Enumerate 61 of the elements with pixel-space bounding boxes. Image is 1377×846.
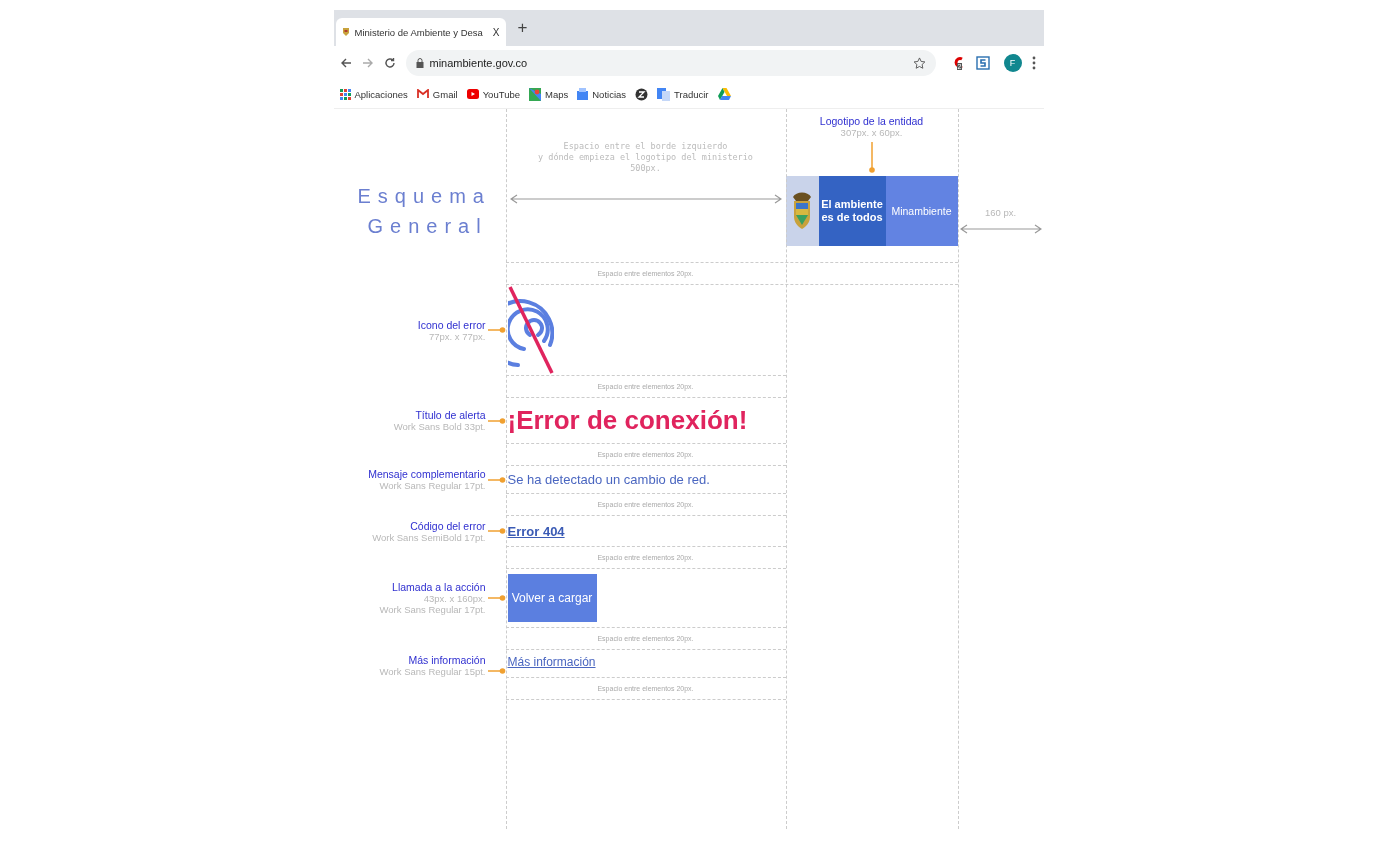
pointer-marker [487, 327, 506, 333]
translate-icon [657, 87, 671, 101]
back-icon[interactable] [339, 57, 352, 69]
pointer-marker [487, 476, 506, 483]
browser-tab[interactable]: Ministerio de Ambiente y Desa X [335, 18, 506, 46]
spec-note: Work Sans Regular 15pt. [379, 666, 486, 677]
element-label: Código del error [410, 519, 486, 532]
spec-note: Work Sans SemiBold 17pt. [372, 531, 486, 543]
bookmark-icon[interactable] [635, 87, 649, 101]
extension-icon[interactable] [975, 56, 990, 70]
star-icon[interactable] [912, 56, 926, 70]
spec-note: 77px. x 77px. [429, 330, 486, 342]
close-tab-button[interactable]: X [492, 26, 500, 38]
bookmark-item[interactable]: Gmail [416, 88, 458, 100]
reload-icon[interactable] [383, 57, 396, 69]
logo-name: Minambiente [885, 176, 958, 246]
mail-icon [416, 89, 429, 99]
error-code: Error 404 [507, 523, 565, 539]
element-label: Más información [408, 654, 486, 666]
pointer-marker [487, 668, 506, 674]
more-info-link[interactable]: Más información [507, 655, 596, 669]
triangle-logo-icon[interactable] [717, 88, 731, 100]
element-label: Título de alerta [415, 409, 486, 421]
bookmark-item[interactable]: YouTube [466, 88, 520, 100]
new-tab-button[interactable]: + [517, 18, 528, 38]
pointer-marker [868, 142, 875, 174]
crest-icon [341, 27, 350, 37]
diagram-heading: Esquema [357, 185, 492, 207]
profile-avatar[interactable]: F [1003, 54, 1022, 72]
play-icon [466, 89, 479, 99]
logo-label: Logotipo de la entidad [819, 115, 924, 127]
menu-icon[interactable] [1031, 56, 1036, 70]
element-label: Llamada a la acción [392, 581, 486, 593]
alert-message: Se ha detectado un cambio de red. [507, 472, 710, 487]
lock-icon [415, 58, 424, 68]
map-icon [529, 87, 541, 101]
alert-title: ¡Error de conexión! [507, 405, 748, 436]
no-wifi-icon [507, 285, 554, 375]
logo-size-note: 307px. x 60px. [840, 127, 903, 138]
pointer-marker [487, 417, 506, 424]
element-label: Icono del error [417, 318, 486, 331]
spec-note: Work Sans Bold 33pt. [393, 421, 486, 432]
url-text: minambiente.gov.co [429, 57, 529, 69]
pointer-marker [487, 528, 506, 534]
spacing-note: 160 px. [984, 207, 1017, 218]
spec-note: Work Sans Regular 17pt. [379, 604, 486, 615]
grid-icon [339, 88, 351, 100]
tab-title: Ministerio de Ambiente y Desa [354, 26, 484, 38]
diagram-heading: General [366, 215, 489, 237]
element-label: Mensaje complementario [368, 468, 486, 480]
reload-button[interactable]: Volver a cargar [507, 574, 597, 622]
pointer-marker [487, 595, 506, 601]
bookmark-item[interactable]: Maps [529, 87, 569, 101]
bookmark-item[interactable]: Traducir [657, 87, 709, 101]
newspaper-icon [577, 88, 589, 100]
bookmark-item[interactable]: Noticias [577, 88, 627, 100]
spec-note: 43px. x 160px. [423, 593, 486, 604]
spec-note: Work Sans Regular 17pt. [379, 480, 486, 491]
logo-slogan: El ambiente es de todos [818, 176, 886, 246]
bookmark-item[interactable]: Aplicaciones [339, 88, 408, 100]
address-bar[interactable]: minambiente.gov.co [405, 50, 936, 76]
